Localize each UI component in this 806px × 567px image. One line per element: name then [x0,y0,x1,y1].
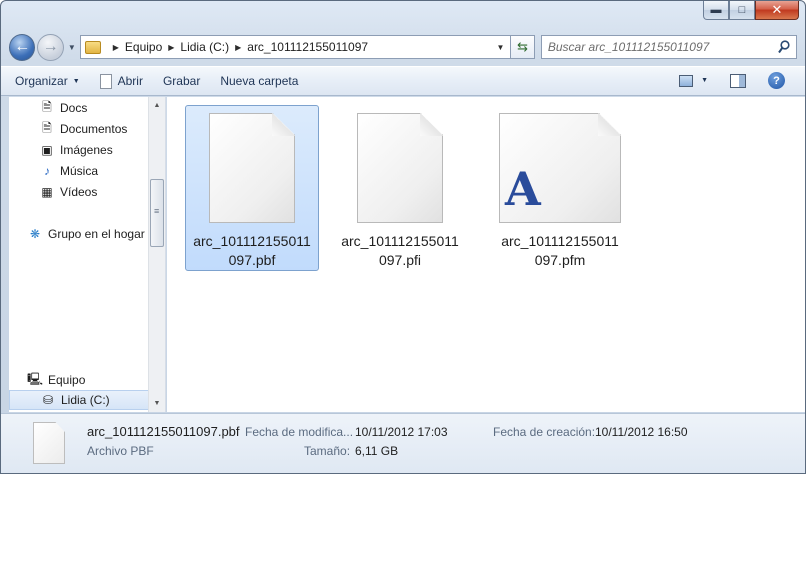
blank-file-icon [209,113,295,223]
sidebar-item-label: Grupo en el hogar [48,227,145,241]
music-library-icon: ♪ [44,164,50,178]
homegroup-icon: ❋ [29,227,41,241]
sidebar-item-docs[interactable]: 🗎 Docs [39,98,87,118]
breadcrumb-equipo[interactable]: Equipo [125,40,162,54]
file-list: arc_101112155011 097.pbf arc_101112155011… [167,97,805,412]
sidebar-item-label: Docs [60,101,88,115]
arrow-right-icon: → [42,38,59,55]
open-label: Abrir [117,74,143,88]
preview-pane-icon[interactable] [730,73,746,88]
burn-label: Grabar [162,74,201,88]
arrow-left-icon: ← [14,38,31,55]
search-icon[interactable] [778,40,790,54]
sidebar-item-label: Música [60,164,99,178]
scroll-down-icon[interactable]: ▼ [149,395,165,412]
refresh-icon: ⇆ [517,39,529,54]
font-file-icon: A [499,113,621,223]
organize-label: Organizar [15,74,68,88]
drive-icon: ⛁ [42,393,54,407]
navigation-scrollbar[interactable]: ▲ ▼ [148,97,165,412]
blank-file-icon [33,422,65,464]
caption-buttons: ▬ □ ✕ [703,1,799,21]
sidebar-item-drive[interactable]: ⛁ Lidia (C:) [9,390,149,410]
sidebar-item-videos[interactable]: ▦ Vídeos [39,182,97,202]
details-file-name: arc_101112155011097.pbf [87,424,240,439]
sidebar-item-musica[interactable]: ♪ Música [39,161,98,181]
navigation-pane: 🗎 Docs 🗎 Documentos ▣ Imágenes ♪ Música … [9,97,166,412]
refresh-button[interactable]: ⇆ [511,35,535,59]
sidebar-item-homegroup[interactable]: ❋ Grupo en el hogar [27,224,145,244]
documents-library-icon: 🗎 [42,99,52,114]
details-file-type: Archivo PBF [87,444,154,458]
details-modified-label: Fecha de modifica... [245,425,354,439]
details-size-value: 6,11 GB [355,444,399,458]
maximize-button[interactable]: □ [729,1,755,20]
videos-library-icon: ▦ [41,185,53,199]
documents-library-icon: 🗎 [42,120,52,135]
file-name: arc_101112155011 097.pfm [501,233,619,268]
font-glyph-icon: A [505,162,541,216]
file-item-pfi[interactable]: arc_101112155011 097.pfi [333,105,467,271]
burn-button[interactable]: Grabar [163,74,200,88]
details-size-label: Tamaño: [304,444,351,458]
minimize-button[interactable]: ▬ [703,1,729,20]
scrollbar-thumb[interactable] [150,179,164,247]
close-button[interactable]: ✕ [755,1,799,20]
file-item-pbf[interactable]: arc_101112155011 097.pbf [185,105,319,271]
view-controls: ▼ ? [679,72,785,89]
explorer-window: ▬ □ ✕ ← → ▼ ▶ Equipo ▶ Lidia (C:) ▶ arc_… [0,0,806,474]
file-item-pfm[interactable]: A arc_101112155011 097.pfm [493,105,627,271]
open-button[interactable]: Abrir [99,73,143,89]
forward-button[interactable]: → [37,33,64,61]
sidebar-item-imagenes[interactable]: ▣ Imágenes [39,140,113,160]
change-view-icon[interactable] [679,74,694,87]
search-input[interactable] [547,40,768,54]
back-button[interactable]: ← [9,33,36,61]
address-bar[interactable]: ▶ Equipo ▶ Lidia (C:) ▶ arc_101112155011… [79,35,512,59]
document-icon [99,73,112,89]
organize-button[interactable]: Organizar ▼ [15,74,80,88]
dropdown-arrow-icon: ▼ [72,77,80,85]
search-box [540,35,797,59]
breadcrumb-drive[interactable]: Lidia (C:) [180,40,229,54]
folder-icon [84,40,101,54]
sidebar-item-equipo[interactable]: 🖳 Equipo [27,370,85,390]
sidebar-item-label: Equipo [48,373,86,387]
blank-file-icon [357,113,443,223]
details-pane: arc_101112155011097.pbf Archivo PBF Fech… [1,413,805,473]
navigation-row: ← → ▼ ▶ Equipo ▶ Lidia (C:) ▶ arc_101112… [9,31,797,63]
breadcrumb-chevron-icon[interactable]: ▶ [113,43,119,52]
new-folder-label: Nueva carpeta [220,74,299,88]
breadcrumb-chevron-icon[interactable]: ▶ [168,43,174,52]
help-icon[interactable]: ? [768,72,785,89]
sidebar-item-label: Imágenes [60,143,113,157]
file-name: arc_101112155011 097.pbf [193,233,311,268]
details-created-value: 10/11/2012 16:50 [595,425,688,439]
sidebar-item-label: Documentos [60,122,128,136]
recent-pages-dropdown[interactable]: ▼ [68,43,76,52]
address-dropdown-icon[interactable]: ▼ [496,43,504,52]
command-bar: Organizar ▼ Abrir Grabar Nueva carpeta ▼… [1,66,805,96]
details-modified-value: 10/11/2012 17:03 [355,425,448,439]
new-folder-button[interactable]: Nueva carpeta [220,74,298,88]
file-name: arc_101112155011 097.pfi [341,233,459,268]
sidebar-item-label: Lidia (C:) [61,393,110,407]
details-created-label: Fecha de creación: [493,425,596,439]
sidebar-item-label: Vídeos [60,185,98,199]
pictures-library-icon: ▣ [41,143,53,157]
breadcrumb-chevron-icon[interactable]: ▶ [235,43,241,52]
breadcrumb-folder[interactable]: arc_101112155011097 [247,40,368,54]
computer-icon: 🖳 [27,371,44,386]
sidebar-item-documentos[interactable]: 🗎 Documentos [39,119,127,139]
scroll-up-icon[interactable]: ▲ [149,97,165,114]
view-options-dropdown-icon[interactable]: ▼ [701,77,708,84]
